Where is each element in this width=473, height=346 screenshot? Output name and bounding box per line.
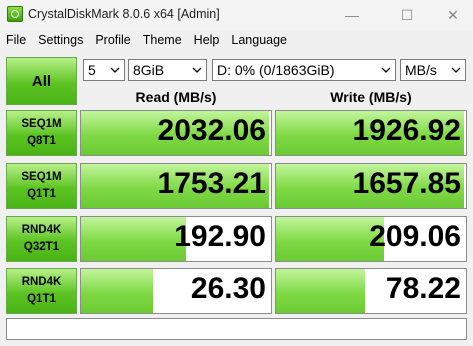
read-result-cell: 192.90	[80, 216, 272, 262]
menu-settings[interactable]: Settings	[32, 33, 89, 47]
read-result-value: 192.90	[174, 220, 266, 253]
test-name: SEQ1M	[21, 171, 62, 183]
read-result-value: 2032.06	[157, 114, 266, 147]
title-bar: CrystalDiskMark 8.0.6 x64 [Admin] — ☐ ✕	[0, 0, 473, 30]
close-button[interactable]: ✕	[430, 0, 473, 30]
test-params: Q32T1	[23, 241, 60, 253]
test-params: Q1T1	[27, 293, 56, 305]
menu-bar: File Settings Profile Theme Help Languag…	[0, 30, 473, 50]
menu-theme[interactable]: Theme	[137, 33, 188, 47]
test-params: Q1T1	[27, 188, 56, 200]
all-button[interactable]: All	[6, 57, 77, 105]
maximize-button[interactable]: ☐	[384, 0, 430, 30]
write-result-cell: 78.22	[275, 268, 467, 314]
write-result-cell: 209.06	[275, 216, 467, 262]
drive-value: D: 0% (0/1863GiB)	[217, 62, 335, 78]
size-value: 8GiB	[133, 62, 165, 78]
unit-select[interactable]: MB/s	[400, 59, 466, 81]
count-value: 5	[88, 62, 96, 78]
menu-profile[interactable]: Profile	[89, 33, 136, 47]
read-result-cell: 26.30	[80, 268, 272, 314]
chevron-down-icon	[191, 63, 203, 77]
test-button-seq1m-q8t1[interactable]: SEQ1M Q8T1	[6, 110, 77, 156]
menu-help[interactable]: Help	[188, 33, 226, 47]
write-result-value: 78.22	[385, 272, 461, 305]
test-button-rnd4k-q32t1[interactable]: RND4K Q32T1	[6, 216, 77, 262]
write-result-value: 1657.85	[352, 167, 461, 200]
test-name: SEQ1M	[21, 118, 62, 130]
read-result-value: 1753.21	[157, 167, 266, 200]
test-button-seq1m-q1t1[interactable]: SEQ1M Q1T1	[6, 163, 77, 209]
write-header: Write (MB/s)	[330, 89, 412, 105]
chevron-down-icon	[380, 63, 392, 77]
count-select[interactable]: 5	[83, 59, 125, 81]
read-result-cell: 2032.06	[80, 110, 272, 156]
write-result-cell: 1657.85	[275, 163, 467, 209]
read-result-value: 26.30	[190, 272, 266, 305]
minimize-button[interactable]: —	[329, 0, 375, 30]
unit-value: MB/s	[405, 62, 437, 78]
chevron-down-icon	[450, 63, 462, 77]
app-icon	[7, 6, 23, 22]
size-select[interactable]: 8GiB	[128, 59, 207, 81]
read-result-bar	[81, 217, 186, 261]
write-result-value: 1926.92	[352, 114, 461, 147]
read-result-cell: 1753.21	[80, 163, 272, 209]
write-result-bar	[276, 217, 385, 261]
test-name: RND4K	[21, 276, 62, 288]
test-name: RND4K	[21, 224, 62, 236]
test-button-rnd4k-q1t1[interactable]: RND4K Q1T1	[6, 268, 77, 314]
write-result-cell: 1926.92	[275, 110, 467, 156]
write-result-value: 209.06	[369, 220, 461, 253]
read-result-bar	[81, 269, 154, 313]
menu-language[interactable]: Language	[225, 33, 293, 47]
drive-select[interactable]: D: 0% (0/1863GiB)	[212, 59, 396, 81]
read-header: Read (MB/s)	[135, 89, 217, 105]
comment-field[interactable]	[6, 318, 467, 340]
test-params: Q8T1	[27, 135, 56, 147]
menu-file[interactable]: File	[0, 33, 32, 47]
chevron-down-icon	[109, 63, 121, 77]
write-result-bar	[276, 269, 366, 313]
window-title: CrystalDiskMark 8.0.6 x64 [Admin]	[28, 7, 220, 21]
